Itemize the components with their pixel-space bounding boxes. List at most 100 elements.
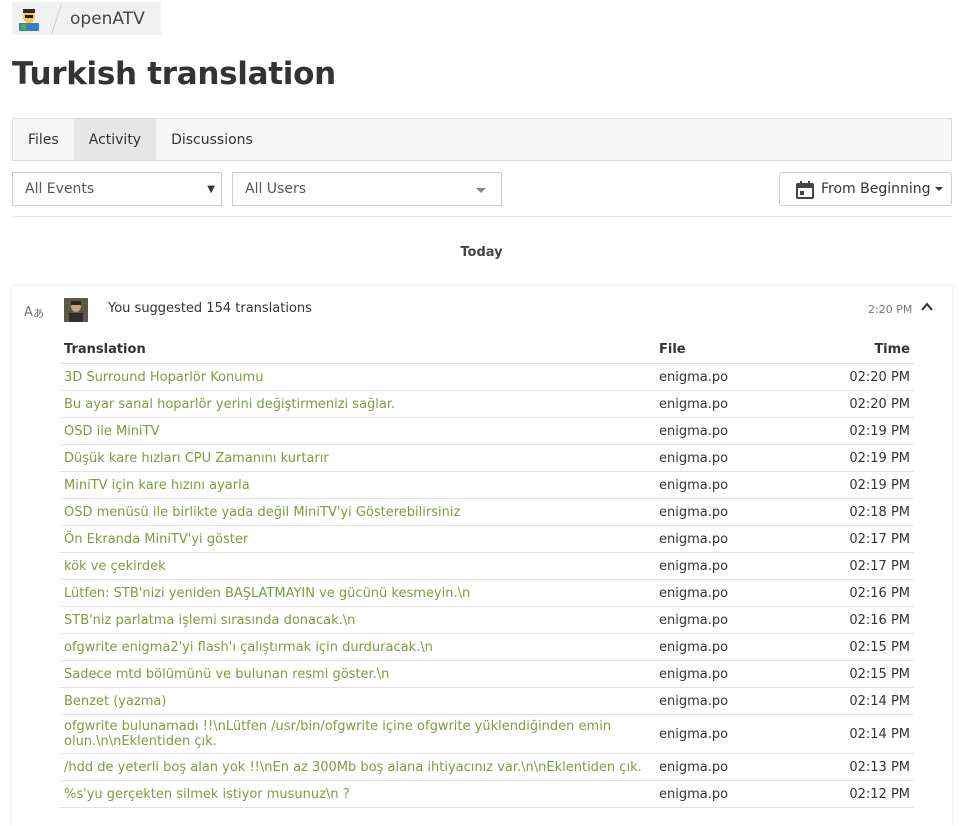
- time-cell: 02:15 PM: [775, 660, 914, 688]
- table-row: ofgwrite enigma2'yi flash'ı çalıştırmak …: [60, 633, 914, 661]
- users-filter-value: All Users: [245, 181, 307, 197]
- file-cell: enigma.po: [655, 525, 775, 553]
- translation-link[interactable]: ofgwrite bulunamadı !!\nLütfen /usr/bin/…: [64, 719, 611, 749]
- translation-cell: 3D Surround Hoparlör Konumu: [60, 363, 655, 391]
- date-range-label: From Beginning: [821, 181, 931, 197]
- file-cell: enigma.po: [655, 633, 775, 661]
- table-row: 3D Surround Hoparlör Konumu enigma.po 02:2…: [60, 363, 914, 391]
- caret-down-icon: [934, 187, 943, 191]
- tab-activity[interactable]: Activity: [73, 119, 157, 160]
- time-cell: 02:16 PM: [775, 606, 914, 634]
- svg-text:A: A: [24, 305, 33, 320]
- translation-link[interactable]: OSD ile MiniTV: [64, 424, 160, 439]
- column-header-translation: Translation: [60, 338, 655, 364]
- translation-cell: OSD ile MiniTV: [60, 417, 655, 445]
- translation-link[interactable]: %s'yu gerçekten silmek istiyor musunuz\n…: [64, 787, 350, 802]
- translation-cell: ofgwrite bulunamadı !!\nLütfen /usr/bin/…: [60, 714, 655, 754]
- table-row: STB'niz parlatma işlemi sırasında donaca…: [60, 606, 914, 634]
- events-filter-select[interactable]: All Events ▼: [12, 172, 222, 206]
- activity-summary: You suggested 154 translations: [108, 301, 312, 316]
- table-row: ofgwrite bulunamadı !!\nLütfen /usr/bin/…: [60, 714, 914, 754]
- translation-link[interactable]: Düşük kare hızları CPU Zamanını kurtarır: [64, 451, 329, 466]
- table-row: /hdd de yeterli boş alan yok !!\nEn az 3…: [60, 753, 914, 781]
- translation-cell: %s'yu gerçekten silmek istiyor musunuz\n…: [60, 780, 655, 808]
- translation-link[interactable]: Bu ayar sanal hoparlör yerini değiştirme…: [64, 397, 395, 412]
- time-cell: 02:19 PM: [775, 417, 914, 445]
- translation-link[interactable]: ofgwrite enigma2'yi flash'ı çalıştırmak …: [64, 640, 433, 655]
- breadcrumb-divider: [51, 3, 62, 34]
- table-row: OSD ile MiniTV enigma.po 02:19 PM: [60, 417, 914, 445]
- file-cell: enigma.po: [655, 390, 775, 418]
- date-range-button[interactable]: From Beginning: [779, 172, 952, 206]
- translation-cell: Ön Ekranda MiniTV'yi göster: [60, 525, 655, 553]
- table-row: Benzet (yazma) enigma.po 02:14 PM: [60, 687, 914, 715]
- file-cell: enigma.po: [655, 471, 775, 499]
- table-row: Sadece mtd bölümünü ve bulunan resmi gös…: [60, 660, 914, 688]
- translation-link[interactable]: Lütfen: STB'nizi yeniden BAŞLATMAYIN ve …: [64, 586, 470, 601]
- file-cell: enigma.po: [655, 552, 775, 580]
- users-filter-select[interactable]: All Users: [232, 172, 502, 206]
- translation-cell: Lütfen: STB'nizi yeniden BAŞLATMAYIN ve …: [60, 579, 655, 607]
- breadcrumb: openATV: [12, 2, 161, 35]
- file-cell: enigma.po: [655, 753, 775, 781]
- translation-link[interactable]: Sadece mtd bölümünü ve bulunan resmi gös…: [64, 667, 389, 682]
- file-cell: enigma.po: [655, 606, 775, 634]
- file-cell: enigma.po: [655, 363, 775, 391]
- translation-cell: OSD menüsü ile birlikte yada değil MiniT…: [60, 498, 655, 526]
- tab-files[interactable]: Files: [13, 119, 74, 160]
- time-cell: 02:20 PM: [775, 390, 914, 418]
- translation-cell: Düşük kare hızları CPU Zamanını kurtarır: [60, 444, 655, 472]
- translation-link[interactable]: STB'niz parlatma işlemi sırasında donaca…: [64, 613, 355, 628]
- translation-link[interactable]: Ön Ekranda MiniTV'yi göster: [64, 532, 248, 547]
- user-avatar[interactable]: [64, 298, 88, 322]
- events-filter-value: All Events: [25, 181, 95, 197]
- column-header-time: Time: [775, 338, 914, 364]
- table-header-row: Translation File Time: [60, 338, 914, 364]
- translation-cell: Benzet (yazma): [60, 687, 655, 715]
- table-row: Ön Ekranda MiniTV'yi göster enigma.po 02:1…: [60, 525, 914, 553]
- translation-link[interactable]: kök ve çekirdek: [64, 559, 166, 574]
- translation-cell: kök ve çekirdek: [60, 552, 655, 580]
- time-cell: 02:18 PM: [775, 498, 914, 526]
- tab-bar: Files Activity Discussions: [12, 118, 952, 161]
- translation-cell: /hdd de yeterli boş alan yok !!\nEn az 3…: [60, 753, 655, 781]
- table-row: Düşük kare hızları CPU Zamanını kurtarır…: [60, 444, 914, 472]
- dropdown-arrow-icon: ▼: [207, 184, 215, 195]
- page-title: Turkish translation: [12, 56, 336, 92]
- time-cell: 02:17 PM: [775, 525, 914, 553]
- activity-time: 2:20 PM: [868, 303, 913, 316]
- time-cell: 02:19 PM: [775, 444, 914, 472]
- time-cell: 02:14 PM: [775, 714, 914, 754]
- translation-cell: MiniTV için kare hızını ayarla: [60, 471, 655, 499]
- translation-link[interactable]: Benzet (yazma): [64, 694, 166, 709]
- file-cell: enigma.po: [655, 498, 775, 526]
- translate-icon: A あ: [24, 302, 46, 320]
- column-header-file: File: [655, 338, 775, 364]
- translation-link[interactable]: /hdd de yeterli boş alan yok !!\nEn az 3…: [64, 760, 642, 775]
- time-cell: 02:14 PM: [775, 687, 914, 715]
- tab-discussions[interactable]: Discussions: [156, 119, 268, 160]
- table-row: kök ve çekirdek enigma.po 02:17 PM: [60, 552, 914, 580]
- file-cell: enigma.po: [655, 579, 775, 607]
- table-row: OSD menüsü ile birlikte yada değil MiniT…: [60, 498, 914, 526]
- translations-table: Translation File Time 3D Surround Hoparl…: [60, 338, 914, 808]
- table-row: MiniTV için kare hızını ayarla enigma.po 0…: [60, 471, 914, 499]
- translation-cell: Bu ayar sanal hoparlör yerini değiştirme…: [60, 390, 655, 418]
- time-cell: 02:16 PM: [775, 579, 914, 607]
- translation-cell: ofgwrite enigma2'yi flash'ı çalıştırmak …: [60, 633, 655, 661]
- file-cell: enigma.po: [655, 714, 775, 754]
- translation-link[interactable]: 3D Surround Hoparlör Konumu: [64, 370, 263, 385]
- app-logo-icon[interactable]: [16, 6, 42, 32]
- translation-link[interactable]: MiniTV için kare hızını ayarla: [64, 478, 250, 493]
- divider: [12, 216, 952, 217]
- translation-cell: STB'niz parlatma işlemi sırasında donaca…: [60, 606, 655, 634]
- time-cell: 02:13 PM: [775, 753, 914, 781]
- translation-link[interactable]: OSD menüsü ile birlikte yada değil MiniT…: [64, 505, 460, 520]
- time-cell: 02:12 PM: [775, 780, 914, 808]
- time-cell: 02:17 PM: [775, 552, 914, 580]
- file-cell: enigma.po: [655, 417, 775, 445]
- dropdown-arrow-icon: [476, 188, 486, 193]
- project-link[interactable]: openATV: [70, 9, 145, 29]
- chevron-up-icon[interactable]: [920, 299, 934, 313]
- time-cell: 02:20 PM: [775, 363, 914, 391]
